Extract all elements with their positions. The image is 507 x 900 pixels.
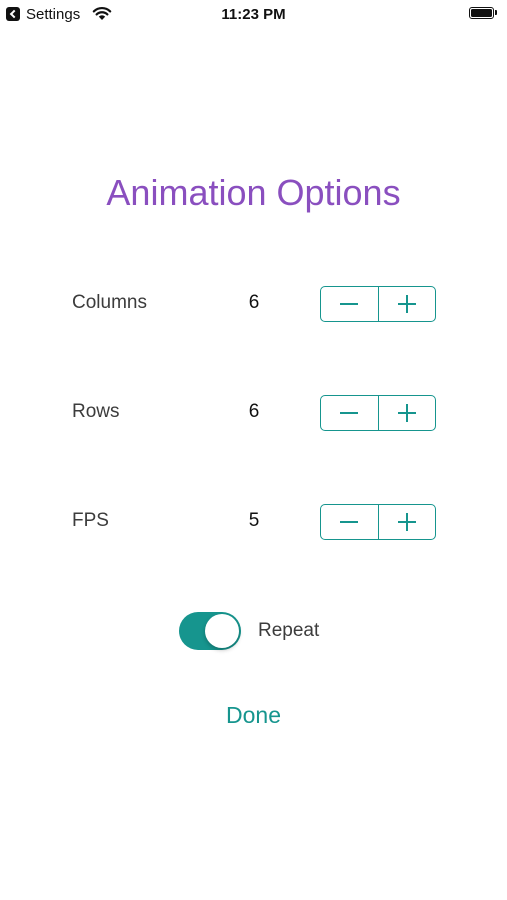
rows-value: 6: [248, 401, 260, 422]
fps-stepper: [320, 504, 436, 540]
fps-label: FPS: [72, 510, 109, 531]
battery-icon: [469, 7, 499, 21]
columns-label: Columns: [72, 292, 147, 313]
status-bar: Settings 11:23 PM: [0, 0, 507, 28]
rows-label: Rows: [72, 401, 120, 422]
rows-decrement-button[interactable]: [321, 396, 379, 430]
minus-icon: [340, 521, 359, 523]
repeat-toggle[interactable]: [179, 612, 241, 650]
done-button[interactable]: Done: [0, 702, 507, 729]
columns-decrement-button[interactable]: [321, 287, 379, 321]
rows-increment-button[interactable]: [379, 396, 436, 430]
columns-stepper: [320, 286, 436, 322]
columns-row: Columns 6: [0, 286, 507, 322]
fps-row: FPS 5: [0, 504, 507, 540]
repeat-label: Repeat: [258, 620, 320, 641]
fps-increment-button[interactable]: [379, 505, 436, 539]
page-title: Animation Options: [106, 172, 401, 213]
minus-icon: [340, 412, 359, 414]
columns-increment-button[interactable]: [379, 287, 436, 321]
fps-decrement-button[interactable]: [321, 505, 379, 539]
rows-stepper: [320, 395, 436, 431]
rows-row: Rows 6: [0, 395, 507, 431]
toggle-knob: [205, 614, 239, 648]
minus-icon: [340, 303, 359, 305]
status-time: 11:23 PM: [221, 6, 286, 23]
fps-value: 5: [248, 510, 260, 531]
columns-value: 6: [248, 292, 260, 313]
